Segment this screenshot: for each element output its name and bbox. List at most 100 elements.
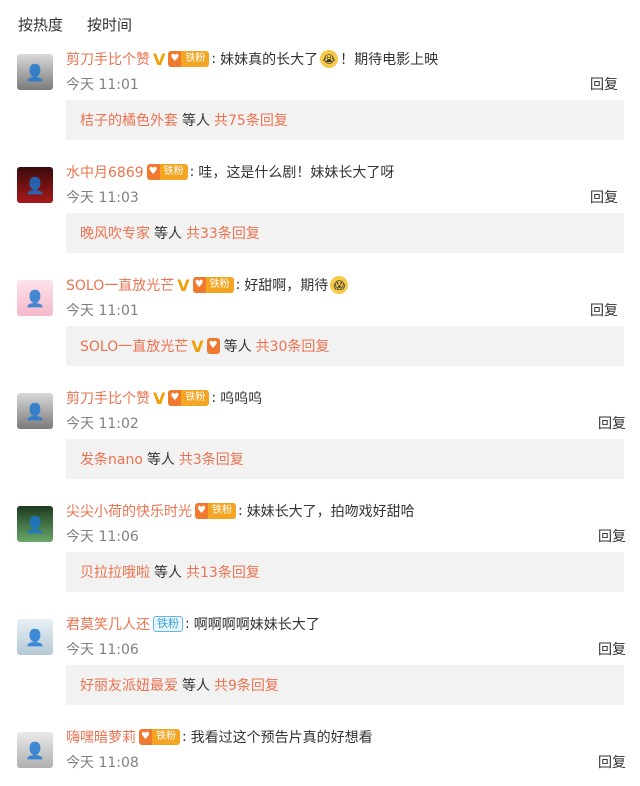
comment-time: 今天 11:02 [66,416,139,432]
heart-icon: ♥ [146,164,160,180]
fan-badge: 铁粉 [153,616,183,632]
sub-reply-count[interactable]: 共33条回复 [186,223,260,243]
comment-time: 今天 11:06 [66,529,139,545]
reply-button[interactable]: 回复 [590,187,618,207]
comment-item: 👤 尖尖小荷的快乐时光 ♥ 铁粉 : 妹妹长大了，拍吻戏好甜哈 今天 11:06 … [0,500,640,613]
comment-header: 剪刀手比个赞 V ♥ 铁粉 : 妹妹真的长大了 😭 ！期待电影上映 [66,48,438,70]
username-link[interactable]: 剪刀手比个赞 [66,388,150,408]
sub-reply-box[interactable]: 发条nano 等人 共3条回复 [66,439,624,479]
comment-header: 剪刀手比个赞 V ♥ 铁粉 : 呜呜呜 [66,387,262,409]
comment-header: SOLO一直放光芒 V ♥ 铁粉 : 好甜啊，期待 😱 [66,274,350,296]
comment-item: 👤 剪刀手比个赞 V ♥ 铁粉 : 妹妹真的长大了 😭 ！期待电影上映 今天 11… [0,48,640,161]
heart-icon: ♥ [139,729,152,745]
sub-reply-others: 等人 [182,678,210,694]
comment-header: 君莫笑几人还 铁粉 : 啊啊啊啊妹妹长大了 [66,613,320,635]
comment-header: 水中月6869 ♥ 铁粉 : 哇，这是什么剧！妹妹长大了呀 [66,161,394,183]
tab-sort-by-hot[interactable]: 按热度 [18,14,63,35]
fan-badge: ♥ 铁粉 [139,729,180,745]
verified-icon: V [153,49,166,69]
username-link[interactable]: 尖尖小荷的快乐时光 [66,501,192,521]
sub-reply-others: 等人 [182,113,210,129]
comment-item: 👤 剪刀手比个赞 V ♥ 铁粉 : 呜呜呜 今天 11:02 回复 发条nano … [0,387,640,500]
sub-reply-box[interactable]: 晚风吹专家 等人 共33条回复 [66,213,624,253]
sub-reply-user[interactable]: 好丽友派妞最爱 [80,675,178,695]
reply-button[interactable]: 回复 [598,413,626,433]
sub-reply-others: 等人 [223,339,252,355]
heart-icon: ♥ [195,503,208,519]
crying-emoji-icon: 😭 [320,50,339,68]
username-link[interactable]: SOLO一直放光芒 [66,275,174,295]
sub-reply-user[interactable]: 发条nano [80,449,143,469]
colon: : [237,503,243,519]
username-link[interactable]: 君莫笑几人还 [66,614,150,634]
comment-time: 今天 11:01 [66,77,139,93]
sub-reply-count[interactable]: 共30条回复 [256,336,330,356]
colon: : [185,616,190,632]
username-link[interactable]: 嗨嘿暗萝莉 [66,727,136,747]
reply-button[interactable]: 回复 [598,639,626,659]
sub-reply-others: 等人 [146,452,175,468]
comment-header: 尖尖小荷的快乐时光 ♥ 铁粉 : 妹妹长大了，拍吻戏好甜哈 [66,500,415,522]
colon: : [211,390,217,406]
sub-reply-box[interactable]: SOLO一直放光芒 V ♥ 等人 共30条回复 [66,326,624,366]
comment-time: 今天 11:06 [66,642,139,658]
heart-icon: ♥ [192,277,206,293]
sub-reply-user[interactable]: 桔子的橘色外套 [80,110,178,130]
username-link[interactable]: 水中月6869 [66,162,144,182]
comment-text: 妹妹长大了，拍吻戏好甜哈 [246,504,415,520]
colon: : [189,164,195,180]
fan-badge: ♥ 铁粉 [168,51,210,67]
sub-reply-user[interactable]: SOLO一直放光芒 [80,336,188,356]
comment-text: 妹妹真的长大了 [220,52,319,68]
comment-text-after: ！期待电影上映 [340,52,439,68]
comment-item: 👤 水中月6869 ♥ 铁粉 : 哇，这是什么剧！妹妹长大了呀 今天 11:03 … [0,161,640,274]
sub-reply-box[interactable]: 桔子的橘色外套 等人 共75条回复 [66,100,624,140]
colon: : [181,729,187,745]
avatar[interactable]: 👤 [17,54,53,90]
sub-reply-count[interactable]: 共13条回复 [186,562,260,582]
avatar[interactable]: 👤 [17,619,53,655]
colon: : [211,51,217,67]
sub-reply-count[interactable]: 共3条回复 [179,449,244,469]
comment-item: 👤 君莫笑几人还 铁粉 : 啊啊啊啊妹妹长大了 今天 11:06 回复 好丽友派… [0,613,640,726]
colon: : [235,277,241,293]
comment-text: 呜呜呜 [220,391,263,407]
reply-button[interactable]: 回复 [598,752,626,772]
fan-badge: ♥ 铁粉 [192,277,234,293]
verified-icon: V [153,388,166,408]
sub-reply-box[interactable]: 好丽友派妞最爱 等人 共9条回复 [66,665,624,705]
tab-sort-by-time[interactable]: 按时间 [87,14,132,35]
fan-badge-label: 铁粉 [207,503,236,519]
fan-badge-label: 铁粉 [181,51,210,67]
reply-button[interactable]: 回复 [590,300,618,320]
screaming-emoji-icon: 😱 [330,276,349,294]
sub-reply-user[interactable]: 贝拉拉哦啦 [80,562,150,582]
comment-text: 我看过这个预告片真的好想看 [190,730,373,746]
avatar[interactable]: 👤 [17,280,53,316]
comment-text: 啊啊啊啊妹妹长大了 [193,617,320,633]
fan-badge-label: 铁粉 [151,729,180,745]
sub-reply-box[interactable]: 贝拉拉哦啦 等人 共13条回复 [66,552,624,592]
comment-text: 哇，这是什么剧！妹妹长大了呀 [198,165,395,181]
comment-time: 今天 11:08 [66,755,139,771]
comment-time: 今天 11:01 [66,303,139,319]
reply-button[interactable]: 回复 [590,74,618,94]
verified-icon: V [177,275,190,295]
sub-reply-count[interactable]: 共75条回复 [214,110,288,130]
comment-item: 👤 嗨嘿暗萝莉 ♥ 铁粉 : 我看过这个预告片真的好想看 今天 11:08 回复 [0,726,640,786]
avatar[interactable]: 👤 [17,732,53,768]
avatar[interactable]: 👤 [17,393,53,429]
heart-icon: ♥ [168,51,182,67]
fan-badge: ♥ 铁粉 [146,164,188,180]
verified-icon: V [191,336,204,356]
sub-reply-count[interactable]: 共9条回复 [214,675,279,695]
avatar[interactable]: 👤 [17,167,53,203]
comment-time: 今天 11:03 [66,190,139,206]
sub-reply-others: 等人 [154,565,182,581]
reply-button[interactable]: 回复 [598,526,626,546]
username-link[interactable]: 剪刀手比个赞 [66,49,150,69]
sub-reply-user[interactable]: 晚风吹专家 [80,223,150,243]
avatar[interactable]: 👤 [17,506,53,542]
sub-reply-others: 等人 [154,226,182,242]
comment-text: 好甜啊，期待 [244,278,329,294]
